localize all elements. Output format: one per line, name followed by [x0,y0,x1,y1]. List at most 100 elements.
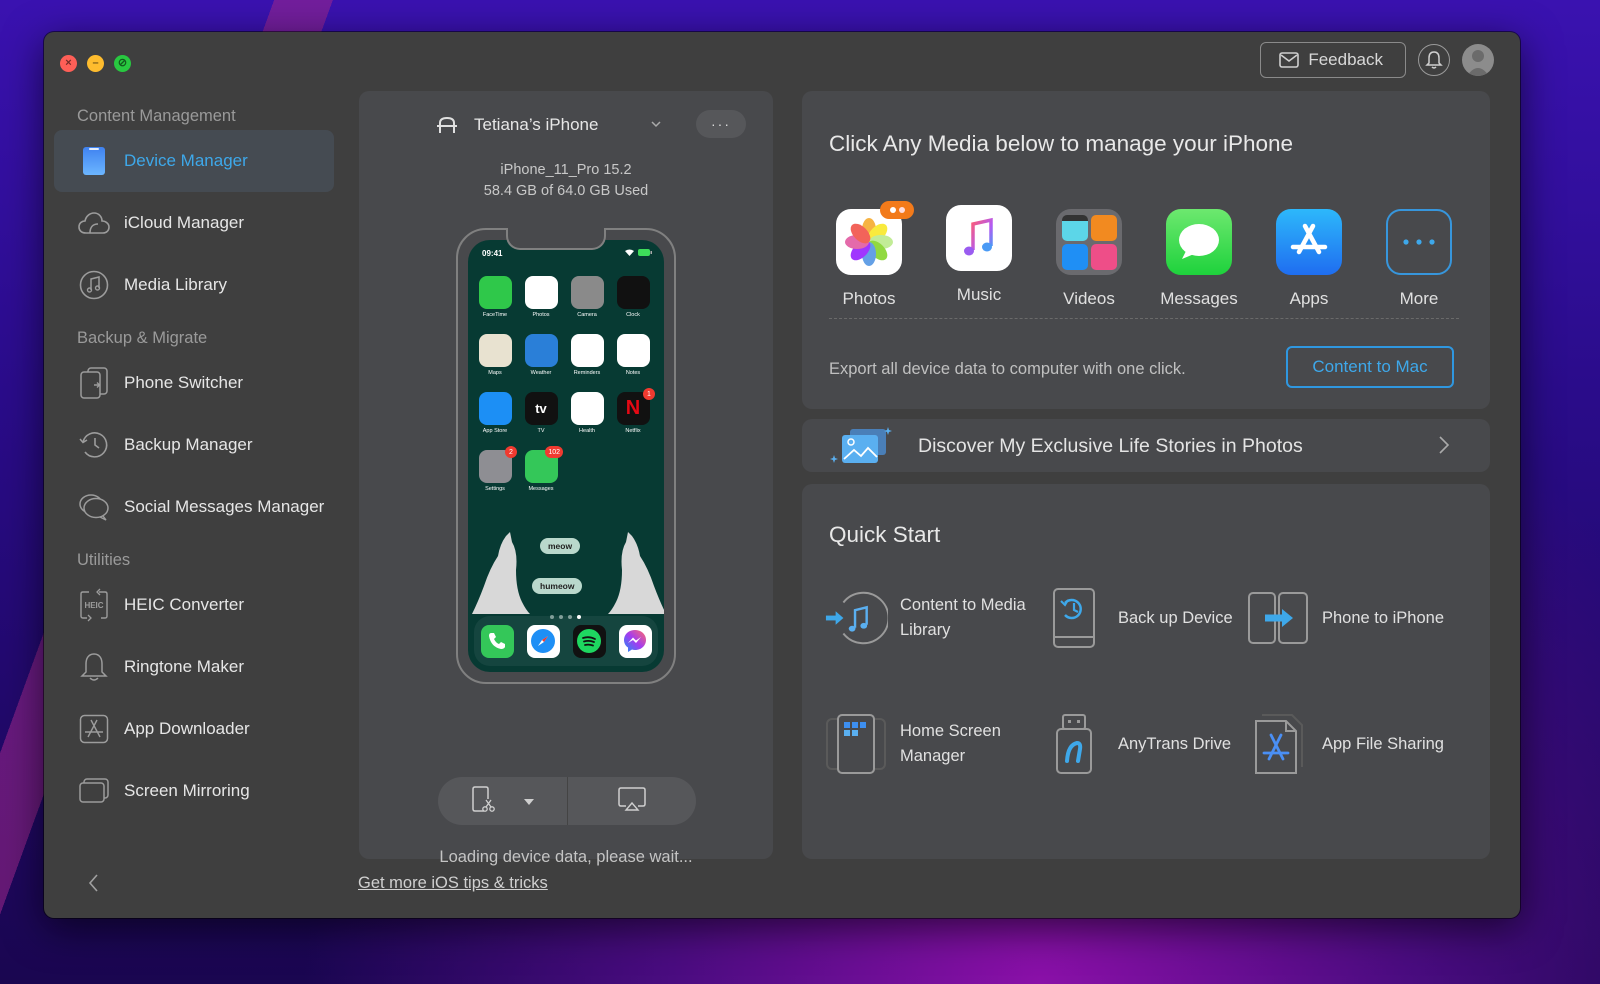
quick-start-title: Quick Start [829,522,941,547]
cat-right-image [608,532,664,614]
home-app-camera: Camera [570,276,604,318]
screenshot-options-dropdown[interactable] [524,792,535,810]
sidebar-item-ringtone-maker[interactable]: Ringtone Maker [54,636,334,698]
heic-convert-icon: HEIC [78,588,110,622]
speech-bubble: humeow [532,578,583,594]
history-clock-icon [78,429,110,461]
screens-icon [78,775,110,807]
maps-app-icon [478,334,512,367]
app-label: Netflix [625,428,641,434]
ios-tips-link[interactable]: Get more iOS tips & tricks [358,874,548,893]
loading-status: Loading device data, please wait... [439,848,693,866]
videos-icon [1056,209,1122,275]
sidebar-item-label: Device Manager [124,151,248,170]
device-more-button[interactable]: ··· [696,110,746,138]
screenshot-button[interactable] [470,785,498,818]
phone-to-phone-icon [1246,586,1310,650]
sidebar-item-heic-converter[interactable]: HEIC HEIC Converter [54,574,334,636]
home-app-messages: 102 Messages [524,446,563,492]
home-app-clock: Clock [616,276,650,318]
sidebar-item-phone-switcher[interactable]: Phone Switcher [54,352,334,414]
zoom-button[interactable]: ⊘ [114,55,131,72]
phone-notch [506,228,606,250]
quick-item-back-up-device[interactable]: Back up Device [1042,586,1233,650]
airplay-icon [618,786,646,811]
envelope-icon [1279,52,1300,68]
user-avatar[interactable] [1462,44,1494,76]
quick-item-phone-to-iphone[interactable]: Phone to iPhone [1246,586,1444,650]
sidebar-item-label: Ringtone Maker [124,657,245,676]
media-item-apps[interactable]: Apps [1269,209,1349,318]
collapse-sidebar-button[interactable] [86,872,102,894]
sidebar-item-device-manager[interactable]: Device Manager [54,130,334,192]
sidebar-item-media-library[interactable]: Media Library [54,254,334,316]
media-label: More [1399,289,1439,308]
svg-text:HEIC: HEIC [84,601,103,610]
app-label: Maps [488,370,502,376]
bell-icon [1425,51,1443,69]
quick-item-anytrans-drive[interactable]: AnyTrans Drive [1042,712,1231,776]
media-label: Photos [842,289,896,308]
app-badge: 102 [545,446,563,458]
quick-start-panel: Quick Start Content to Media Library Bac… [802,484,1490,859]
media-item-messages[interactable]: Messages [1159,209,1239,318]
feedback-button[interactable]: Feedback [1260,42,1406,78]
quick-item-content-to-media-library[interactable]: Content to Media Library [824,586,1034,650]
media-panel: Click Any Media below to manage your iPh… [802,91,1490,409]
more-icon [1386,209,1452,275]
sidebar-item-label: Phone Switcher [124,373,244,392]
app-file-icon [1246,712,1310,776]
device-storage: 58.4 GB of 64.0 GB Used [483,183,649,199]
home-app-photos: Photos [524,276,558,318]
home-app-maps: Maps [478,334,512,376]
app-label: Health [579,428,595,434]
close-button[interactable]: × [60,55,77,72]
sidebar-item-icloud-manager[interactable]: iCloud Manager [54,192,334,254]
home-app-weather: Weather [524,334,558,376]
device-tools [438,777,696,825]
sidebar-item-screen-mirroring[interactable]: Screen Mirroring [54,760,334,822]
app-label: TV [537,428,545,434]
reminders-app-icon [570,334,604,367]
home-app-notes: Notes [616,334,650,376]
sidebar-item-label: iCloud Manager [124,213,245,232]
airplay-button[interactable] [617,786,647,817]
sidebar: Content Management Device Manager iCloud… [54,102,334,822]
app-badge: 2 [505,446,517,458]
media-item-videos[interactable]: Videos [1049,209,1129,318]
minimize-button[interactable]: – [87,55,104,72]
sidebar-item-backup-manager[interactable]: Backup Manager [54,414,334,476]
sidebar-item-social-messages-manager[interactable]: Social Messages Manager [54,476,334,538]
notifications-button[interactable] [1418,44,1450,76]
discover-label: Discover My Exclusive Life Stories in Ph… [918,435,1303,457]
media-categories: Photos Music Videos Messages Apps More [829,201,1459,319]
camera-app-icon [570,276,604,309]
facetime-app-icon [478,276,512,309]
discover-life-stories-banner[interactable]: Discover My Exclusive Life Stories in Ph… [802,419,1490,472]
quick-item-label: Content to Media Library [900,596,1026,639]
dock-safari-icon [526,624,560,658]
sidebar-item-app-downloader[interactable]: App Downloader [54,698,334,760]
phone-icon [78,145,110,177]
wallpaper-cats: meow humeow [468,530,664,620]
quick-item-app-file-sharing[interactable]: App File Sharing [1246,712,1444,776]
speech-bubble: meow [540,538,581,554]
battery-icon [638,249,652,256]
media-item-more[interactable]: More [1379,209,1459,318]
feedback-label: Feedback [1308,50,1383,69]
notes-app-icon [616,334,650,367]
window-controls: × – ⊘ [60,55,131,72]
music-icon [946,205,1012,271]
home-app-health: Health [570,392,604,434]
media-item-photos[interactable]: Photos [829,201,914,318]
home-app-reminders: Reminders [570,334,604,376]
quick-item-home-screen-manager[interactable]: Home Screen Manager [824,712,1034,776]
quick-item-label: Home Screen Manager [900,722,1001,765]
device-selector[interactable]: Tetiana’s iPhone [436,109,598,141]
content-to-mac-button[interactable]: Content to Mac [1286,346,1454,388]
media-item-music[interactable]: Music [939,205,1019,318]
app-label: FaceTime [482,312,508,318]
chevron-right-icon [1439,436,1450,454]
device-dropdown-button[interactable] [649,117,665,133]
music-note-icon [78,269,110,301]
